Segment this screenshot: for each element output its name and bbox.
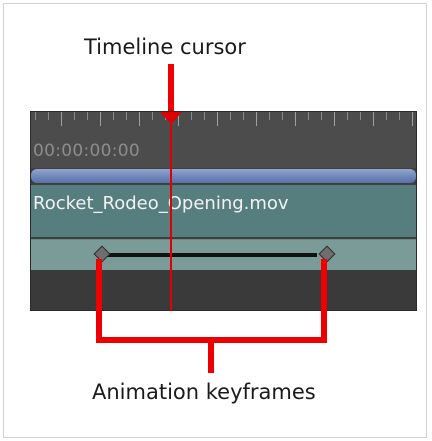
clip-name: Rocket_Rodeo_Opening.mov: [33, 193, 289, 214]
time-ruler[interactable]: 00:00:00:00: [31, 112, 416, 168]
cursor-callout-line: [168, 64, 174, 114]
animation-keyframes-label: Animation keyframes: [92, 380, 316, 404]
keyframe-interpolation-line: [107, 253, 317, 257]
ruler-ticks: [31, 112, 416, 126]
work-area-bar[interactable]: [31, 169, 416, 183]
keyframe-track[interactable]: [31, 239, 416, 271]
timeline-panel: 00:00:00:00 Rocket_Rodeo_Opening.mov: [30, 111, 417, 311]
keyframe-callout-right: [321, 259, 327, 343]
timeline-cursor-line[interactable]: [170, 115, 172, 311]
empty-track: [31, 270, 416, 310]
keyframe-callout-left: [96, 259, 102, 343]
timecode-display: 00:00:00:00: [33, 141, 141, 161]
clip-track[interactable]: Rocket_Rodeo_Opening.mov: [31, 185, 416, 237]
keyframe-callout-stem: [208, 337, 214, 373]
timeline-cursor-label: Timeline cursor: [84, 35, 246, 59]
timeline-cursor-head[interactable]: [160, 112, 182, 124]
